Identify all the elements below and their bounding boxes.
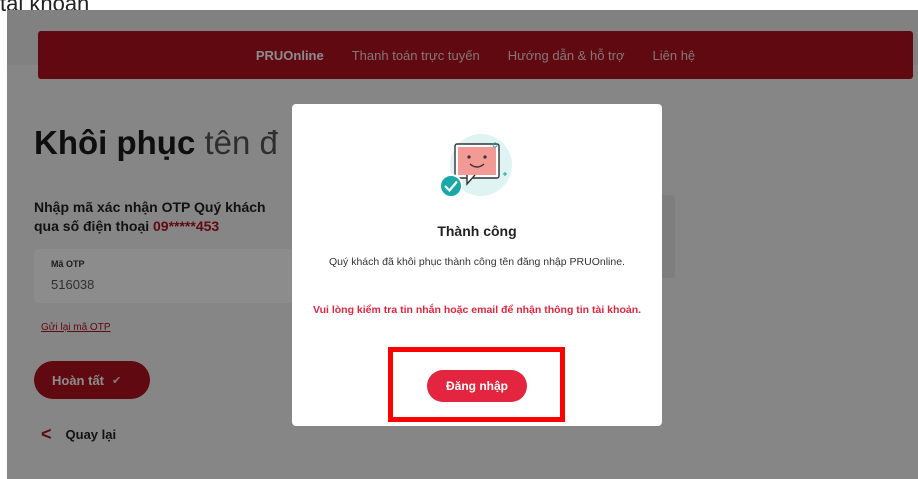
dialog-message: Quý khách đã khôi phục thành công tên đă… [329, 256, 625, 268]
chat-smile-check-icon [439, 134, 512, 198]
dialog-title: Thành công [437, 223, 517, 239]
dialog-warning: Vui lòng kiểm tra tin nhắn hoặc email để… [312, 304, 642, 316]
highlight-box [388, 347, 565, 422]
